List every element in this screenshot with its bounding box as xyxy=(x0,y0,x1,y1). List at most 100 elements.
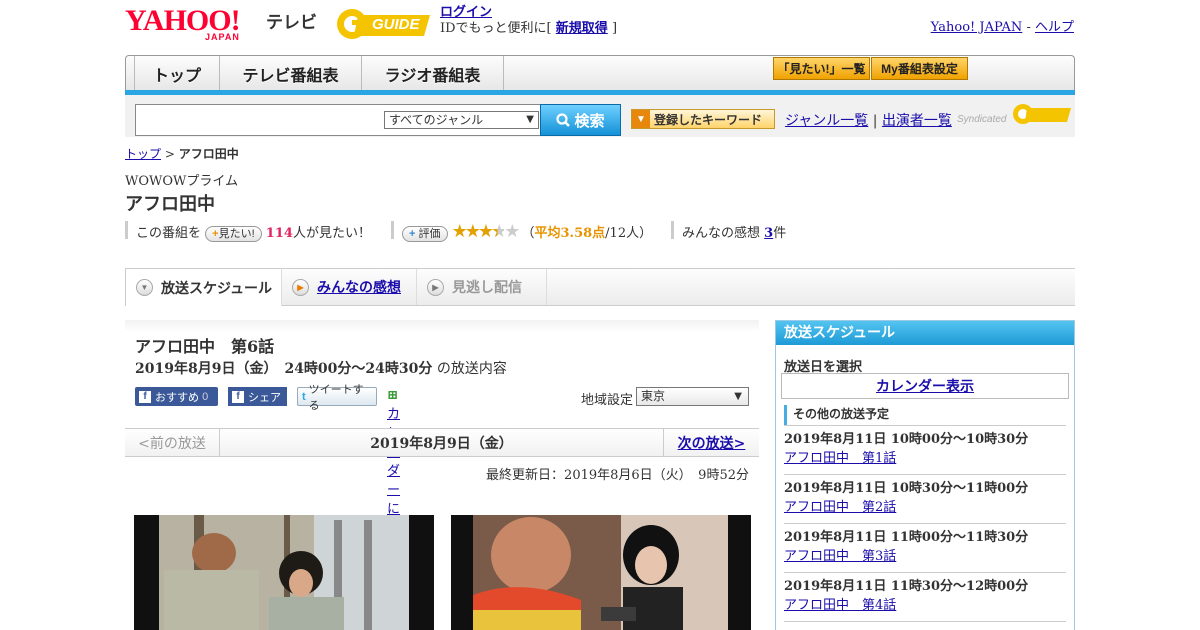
region-select-value: 東京 xyxy=(641,389,666,403)
rate-button[interactable]: + 評価 xyxy=(402,226,448,242)
breadcrumb: トップ > アフロ田中 xyxy=(125,145,239,162)
facebook-share-button[interactable]: f シェア xyxy=(228,387,287,406)
yahoo-japan-logo[interactable]: YAHOO! JAPAN xyxy=(125,6,265,43)
facebook-share-label: シェア xyxy=(248,391,281,404)
calendar-display-link[interactable]: カレンダー表示 xyxy=(876,376,974,396)
tab-stream[interactable]: ▶ 見逃し配信 xyxy=(417,269,547,305)
schedule-episode-link[interactable]: アフロ田中 第3話 xyxy=(784,547,1066,566)
plus-icon: + xyxy=(409,228,416,240)
episode-title: アフロ田中 第6話 xyxy=(135,337,275,356)
want-count: 114 xyxy=(265,226,293,241)
previous-broadcast-button[interactable]: <前の放送 xyxy=(125,429,220,456)
list-item: 2019年8月11日 10時30分～11時00分 アフロ田中 第2話 xyxy=(784,474,1066,517)
tab-reviews-label[interactable]: みんなの感想 xyxy=(317,277,401,297)
list-item xyxy=(784,621,1066,626)
nav-tab-radio-schedule[interactable]: ラジオ番組表 xyxy=(362,56,504,91)
search-icon xyxy=(556,113,571,127)
rating-count: /12人） xyxy=(605,226,653,241)
episode-photo-image xyxy=(451,515,751,630)
stat-divider xyxy=(125,221,128,239)
rating-stat: + 評価 ★★★★★ （平均3.58点/12人） xyxy=(402,221,652,242)
episode-datetime: 2019年8月9日（金） 24時00分～24時30分 の放送内容 xyxy=(135,358,507,378)
reviews-suffix: 件 xyxy=(773,226,787,241)
facebook-icon: f xyxy=(232,390,244,403)
schedule-time: 2019年8月11日 10時30分～11時00分 xyxy=(784,481,1029,496)
signup-link[interactable]: 新規取得 xyxy=(556,21,608,36)
want-stat: この番組を +見たい! 114人が見たい！ xyxy=(136,222,371,242)
want-suffix: 人が見たい！ xyxy=(292,226,371,241)
breadcrumb-top-link[interactable]: トップ xyxy=(125,147,161,161)
browse-links: ジャンル一覧 | 出演者一覧 xyxy=(785,110,952,130)
twitter-bird-icon: t xyxy=(302,390,306,403)
next-broadcast-link[interactable]: 次の放送> xyxy=(678,433,746,453)
performer-list-link[interactable]: 出演者一覧 xyxy=(882,113,952,129)
facebook-recommend-button[interactable]: f おすすめ 0 xyxy=(135,387,218,406)
nav-tab-label: テレビ番組表 xyxy=(242,67,339,85)
g-guide-text: GUIDE xyxy=(372,16,420,33)
reviews-label: みんなの感想 xyxy=(682,226,761,241)
g-guide-logo[interactable]: GUIDE xyxy=(334,6,434,42)
breadcrumb-separator: > xyxy=(164,147,175,161)
facebook-recommend-count: 0 xyxy=(202,390,209,403)
nav-tab-tv-schedule[interactable]: テレビ番組表 xyxy=(220,56,362,91)
search-button[interactable]: 検索 xyxy=(540,104,621,136)
help-link[interactable]: ヘルプ xyxy=(1035,20,1074,35)
rating-average: 平均3.58点 xyxy=(534,226,606,241)
rate-button-label: 評価 xyxy=(418,228,441,240)
want-list-button[interactable]: 「見たい!」一覧 xyxy=(773,57,870,80)
facebook-recommend-label: おすすめ xyxy=(155,391,199,404)
tab-stream-label: 見逃し配信 xyxy=(452,279,522,295)
next-broadcast-button[interactable]: 次の放送> xyxy=(663,429,759,456)
tweet-label: ツイートする xyxy=(308,383,364,412)
date-navigation: <前の放送 2019年8月9日（金） 次の放送> xyxy=(125,428,759,457)
other-broadcasts-heading: その他の放送予定 xyxy=(784,405,1068,425)
schedule-time: 2019年8月11日 11時30分～12時00分 xyxy=(784,579,1029,594)
tab-schedule-label: 放送スケジュール xyxy=(161,279,273,296)
episode-photo xyxy=(451,515,751,630)
schedule-episode-link[interactable]: アフロ田中 第1話 xyxy=(784,449,1066,468)
last-updated: 最終更新日：2019年8月6日（火） 9時52分 xyxy=(486,468,749,483)
calendar-add-icon: ⊞ xyxy=(387,388,398,403)
login-link[interactable]: ログイン xyxy=(440,5,492,20)
rating-open: （ xyxy=(521,226,535,241)
region-select[interactable]: 東京 ▼ xyxy=(636,387,749,406)
chevron-right-icon: ▶ xyxy=(427,278,444,296)
schedule-episode-link[interactable]: アフロ田中 第4話 xyxy=(784,596,1066,615)
tweet-button[interactable]: t ツイートする xyxy=(297,384,377,412)
current-broadcast-date: 2019年8月9日（金） xyxy=(370,435,513,452)
genre-list-link[interactable]: ジャンル一覧 xyxy=(785,113,868,129)
facebook-icon: f xyxy=(139,390,151,403)
sidebar-title: 放送スケジュール xyxy=(776,321,1074,345)
nav-tab-top[interactable]: トップ xyxy=(134,56,220,91)
star-icon: ★ xyxy=(477,221,494,242)
g-guide-small-logo-icon xyxy=(1013,104,1071,124)
breadcrumb-current: アフロ田中 xyxy=(178,147,239,161)
genre-select[interactable]: すべてのジャンル ▼ xyxy=(384,111,539,129)
schedule-episode-link[interactable]: アフロ田中 第2話 xyxy=(784,498,1066,517)
program-tabs: ▼ 放送スケジュール ▶ みんなの感想 ▶ 見逃し配信 xyxy=(125,268,1075,306)
tab-reviews[interactable]: ▶ みんなの感想 xyxy=(282,269,417,305)
calendar-display-button[interactable]: カレンダー表示 xyxy=(781,373,1069,399)
my-schedule-settings-button[interactable]: My番組表設定 xyxy=(871,57,968,80)
page-title: アフロ田中 xyxy=(125,194,215,215)
main-nav: トップ テレビ番組表 ラジオ番組表 「見たい!」一覧 My番組表設定 xyxy=(125,55,1075,91)
schedule-time: 2019年8月11日 10時00分～10時30分 xyxy=(784,432,1029,447)
want-button[interactable]: +見たい! xyxy=(205,226,262,242)
star-icon: ★ xyxy=(451,221,468,242)
episode-datetime-value: 2019年8月9日（金） 24時00分～24時30分 xyxy=(135,361,433,377)
want-prefix: この番組を xyxy=(136,226,202,241)
star-icon: ★ xyxy=(464,221,481,242)
chevron-right-icon: ▶ xyxy=(292,278,309,296)
signup-bracket: ] xyxy=(611,21,618,36)
registered-keywords-label: 登録したキーワード xyxy=(654,112,763,127)
tab-schedule[interactable]: ▼ 放送スケジュール xyxy=(125,268,282,306)
syndicated-text: Syndicated xyxy=(957,114,1007,125)
reviews-count-link[interactable]: 3 xyxy=(764,226,773,241)
yahoo-japan-link[interactable]: Yahoo! JAPAN xyxy=(931,20,1023,35)
episode-photo-image xyxy=(134,515,434,630)
login-note: IDでもっと便利に[ xyxy=(440,21,552,36)
top-links: Yahoo! JAPAN - ヘルプ xyxy=(931,16,1074,35)
star-half-icon: ★ xyxy=(491,221,507,242)
search-button-label: 検索 xyxy=(574,112,605,130)
registered-keywords-button[interactable]: ▼ 登録したキーワード xyxy=(631,109,775,129)
